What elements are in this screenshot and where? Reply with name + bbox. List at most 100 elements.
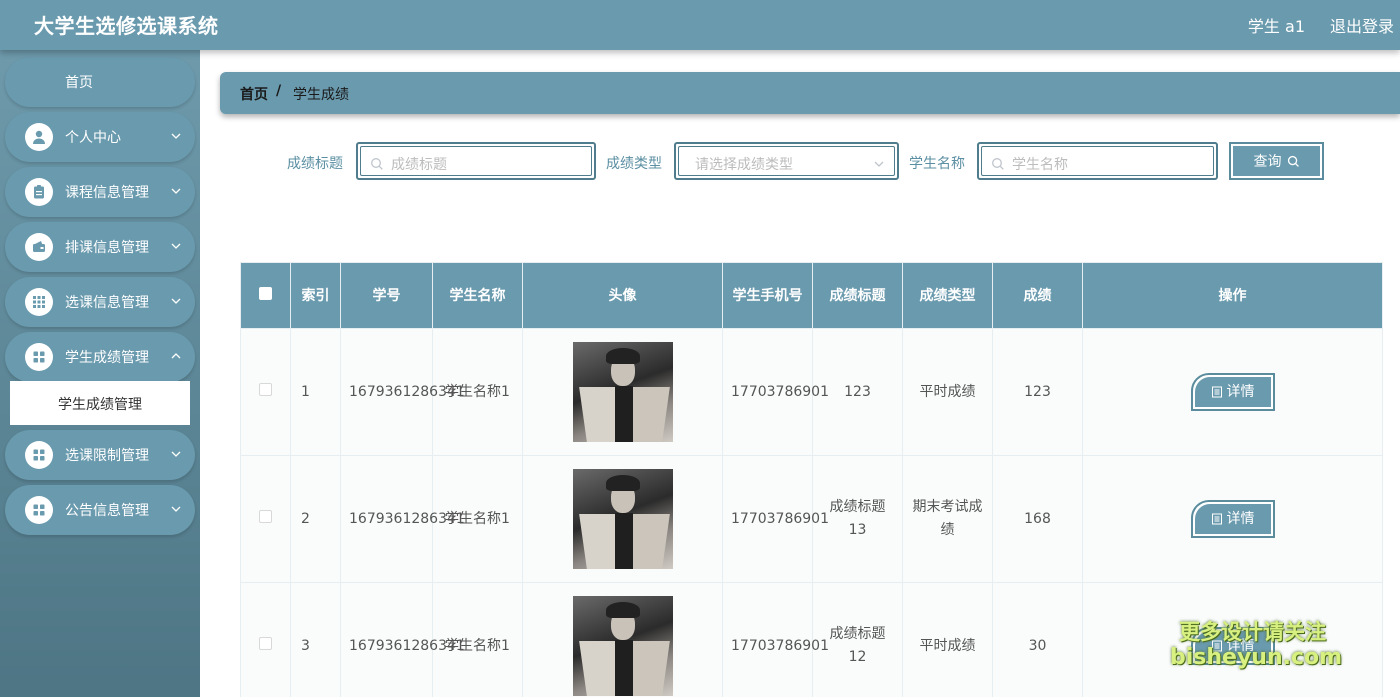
cell-student-no: 1679361286341 (340, 455, 465, 583)
select-all-checkbox[interactable] (259, 286, 272, 300)
detail-button-label: 详情 (1226, 383, 1255, 400)
breadcrumb-current: 学生成绩 (293, 87, 349, 103)
document-icon (1211, 386, 1222, 398)
sidebar-item-personal-center[interactable]: 个人中心 (5, 112, 195, 162)
query-button-label: 查询 (1253, 154, 1282, 170)
grid-nine-icon (25, 288, 53, 316)
sidebar-item-grade-management[interactable]: 学生成绩管理 (5, 332, 195, 382)
column-header: 成绩类型 (902, 262, 993, 329)
column-header: 索引 (290, 262, 341, 329)
sidebar-item-home[interactable]: 首页 (5, 57, 195, 107)
row-checkbox[interactable] (259, 509, 272, 523)
sidebar-item-selection-info[interactable]: 选课信息管理 (5, 277, 195, 327)
cell-avatar (522, 455, 723, 583)
input-placeholder: 学生名称 (1012, 157, 1068, 173)
cell-index: 3 (290, 582, 341, 697)
grade-type-label: 成绩类型 (606, 156, 662, 172)
avatar (572, 469, 673, 569)
grid-four-icon (25, 343, 53, 371)
row-select-cell (240, 328, 291, 456)
cell-score: 168 (992, 455, 1083, 583)
student-name-label: 学生名称 (909, 156, 965, 172)
document-icon (1211, 513, 1222, 525)
sidebar-item-label: 首页 (65, 75, 93, 91)
breadcrumb-home[interactable]: 首页 (240, 84, 268, 104)
table-row: 3 1679361286341 学生名称1 17703786901 成绩标题12… (240, 582, 1383, 697)
user-icon (25, 123, 53, 151)
search-icon (992, 158, 1004, 170)
row-select-cell (240, 582, 291, 697)
clipboard-icon (25, 178, 53, 206)
table-row: 1 1679361286341 学生名称1 17703786901 123 平时… (240, 328, 1383, 456)
submenu-item-label: 学生成绩管理 (58, 397, 142, 413)
avatar (572, 342, 673, 442)
row-checkbox[interactable] (259, 636, 272, 650)
query-button[interactable]: 查询 (1229, 142, 1324, 180)
cell-phone: 17703786901 (722, 328, 829, 456)
input-placeholder: 成绩标题 (391, 157, 447, 173)
sidebar-item-course-info[interactable]: 课程信息管理 (5, 167, 195, 217)
logout-link[interactable]: 退出登录 (1330, 13, 1394, 37)
breadcrumb-separator: / (276, 83, 282, 99)
select-placeholder: 请选择成绩类型 (695, 157, 793, 173)
table-header-row: 索引 学号 学生名称 头像 学生手机号 成绩标题 成绩类型 成绩 操作 (240, 262, 1383, 329)
chevron-down-icon (171, 188, 181, 194)
top-bar: 大学生选修选课系统 学生 a1 退出登录 (0, 0, 1400, 50)
detail-button-label: 详情 (1226, 510, 1255, 527)
chevron-down-icon (171, 298, 181, 304)
document-icon (1211, 640, 1222, 652)
column-header: 操作 (1082, 262, 1383, 329)
chevron-up-icon (171, 353, 181, 359)
chevron-down-icon (874, 161, 884, 167)
app-title: 大学生选修选课系统 (34, 14, 219, 38)
sidebar-item-label: 课程信息管理 (65, 185, 149, 201)
sidebar-item-schedule-info[interactable]: 排课信息管理 (5, 222, 195, 272)
search-icon (371, 158, 383, 170)
wallet-icon (25, 233, 53, 261)
column-header: 学号 (340, 262, 433, 329)
column-header: 成绩标题 (812, 262, 903, 329)
grade-type-select[interactable]: 请选择成绩类型 (674, 142, 899, 180)
cell-index: 2 (290, 455, 341, 583)
grades-table: 索引 学号 学生名称 头像 学生手机号 成绩标题 成绩类型 成绩 操作 1 16… (240, 262, 1383, 697)
sidebar-item-label: 选课限制管理 (65, 448, 149, 464)
sidebar-item-label: 排课信息管理 (65, 240, 149, 256)
cell-phone: 17703786901 (722, 455, 829, 583)
column-header: 学生名称 (432, 262, 523, 329)
cell-grade-type: 平时成绩 (902, 328, 993, 456)
detail-button[interactable]: 详情 (1190, 627, 1275, 665)
breadcrumb: 首页 / 学生成绩 (220, 72, 1400, 114)
chevron-down-icon (171, 506, 181, 512)
cell-student-name: 学生名称1 (432, 328, 523, 456)
detail-button-label: 详情 (1226, 637, 1255, 654)
cell-grade-type: 平时成绩 (902, 582, 993, 697)
cell-student-no: 1679361286341 (340, 582, 465, 697)
submenu-item-grade-management[interactable]: 学生成绩管理 (10, 381, 190, 425)
cell-grade-type: 期末考试成绩 (902, 455, 993, 583)
detail-button[interactable]: 详情 (1190, 373, 1275, 411)
sidebar-item-announcement[interactable]: 公告信息管理 (5, 485, 195, 535)
cell-index: 1 (290, 328, 341, 456)
column-header: 学生手机号 (722, 262, 813, 329)
sidebar-item-selection-limit[interactable]: 选课限制管理 (5, 430, 195, 480)
select-all-cell (240, 262, 291, 329)
row-select-cell (240, 455, 291, 583)
grid-four-icon (25, 496, 53, 524)
column-header: 成绩 (992, 262, 1083, 329)
sidebar-item-label: 选课信息管理 (65, 295, 149, 311)
grade-title-input[interactable]: 成绩标题 (356, 142, 596, 180)
current-user: 学生 a1 (1247, 17, 1305, 36)
cell-actions: 详情 (1082, 328, 1383, 456)
student-name-input[interactable]: 学生名称 (977, 142, 1218, 180)
cell-student-no: 1679361286341 (340, 328, 465, 456)
cell-phone: 17703786901 (722, 582, 829, 697)
grade-title-label: 成绩标题 (287, 156, 343, 172)
cell-actions: 详情 (1082, 455, 1383, 583)
row-checkbox[interactable] (259, 382, 272, 396)
cell-actions: 详情 (1082, 582, 1383, 697)
cell-avatar (522, 328, 723, 456)
sidebar-item-label: 公告信息管理 (65, 503, 149, 519)
sidebar-item-label: 学生成绩管理 (65, 350, 149, 366)
detail-button[interactable]: 详情 (1190, 500, 1275, 538)
table-row: 2 1679361286341 学生名称1 17703786901 成绩标题13… (240, 455, 1383, 583)
